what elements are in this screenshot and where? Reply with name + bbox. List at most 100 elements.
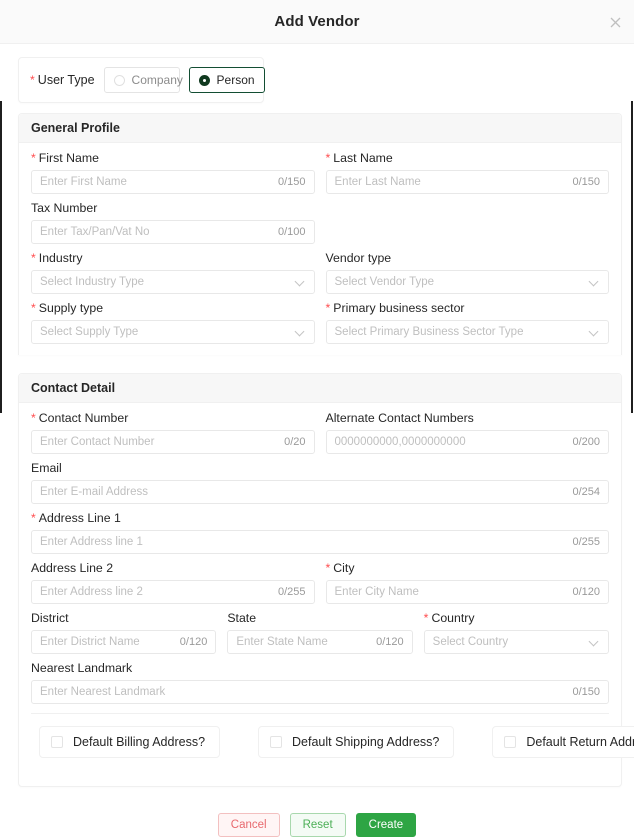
- checkbox-default-return-address[interactable]: Default Return Address?: [492, 726, 634, 758]
- required-marker: *: [30, 73, 35, 87]
- tax-number-counter: 0/100: [277, 226, 306, 238]
- checkbox-default-shipping-address[interactable]: Default Shipping Address?: [258, 726, 455, 758]
- address-line-1-input[interactable]: Enter Address line 1 0/255: [31, 530, 609, 554]
- state-input[interactable]: Enter State Name 0/120: [227, 630, 413, 654]
- contact-number-placeholder: Enter Contact Number: [40, 436, 155, 448]
- tax-number-placeholder: Enter Tax/Pan/Vat No: [40, 226, 150, 238]
- user-type-label: * User Type: [30, 73, 95, 87]
- create-button[interactable]: Create: [355, 813, 417, 837]
- email-input[interactable]: Enter E-mail Address 0/254: [31, 480, 609, 504]
- supply-type-placeholder: Select Supply Type: [40, 326, 139, 338]
- contact-detail-card: Contact Detail * Contact Number Enter Con…: [18, 373, 634, 787]
- field-tax-number: Tax Number Enter Tax/Pan/Vat No 0/100: [31, 201, 315, 244]
- district-label: District: [31, 611, 69, 625]
- field-nearest-landmark: Nearest Landmark Enter Nearest Landmark …: [31, 661, 609, 704]
- nearest-landmark-label: Nearest Landmark: [31, 661, 133, 675]
- user-type-option-company[interactable]: Company: [103, 67, 183, 93]
- general-profile-heading: General Profile: [19, 114, 621, 143]
- field-address-line-1: * Address Line 1 Enter Address line 1 0/2…: [31, 511, 609, 554]
- required-marker: *: [31, 301, 36, 315]
- last-name-label: * Last Name: [325, 151, 393, 165]
- row-contact-numbers: * Contact Number Enter Contact Number 0/2…: [31, 411, 609, 461]
- row-district-state-country: District Enter District Name 0/120 State…: [31, 611, 609, 661]
- nearest-landmark-placeholder: Enter Nearest Landmark: [40, 686, 166, 698]
- district-placeholder: Enter District Name: [40, 636, 140, 648]
- default-address-checkboxes: Default Billing Address? Default Shippin…: [31, 714, 634, 776]
- field-address-line-2: Address Line 2 Enter Address line 2 0/25…: [31, 561, 315, 604]
- scrollbar-left-edge[interactable]: [0, 101, 2, 413]
- alternate-contact-numbers-placeholder: 0000000000,0000000000: [334, 436, 466, 448]
- checkbox-icon: [270, 736, 283, 748]
- country-label: * Country: [423, 611, 475, 625]
- first-name-input[interactable]: Enter First Name 0/150: [31, 170, 315, 194]
- reset-button[interactable]: Reset: [289, 813, 346, 837]
- checkbox-default-shipping-address-label: Default Shipping Address?: [292, 735, 440, 749]
- industry-placeholder: Select Industry Type: [40, 276, 144, 288]
- district-input[interactable]: Enter District Name 0/120: [31, 630, 217, 654]
- city-input[interactable]: Enter City Name 0/120: [325, 580, 609, 604]
- tax-number-label: Tax Number: [31, 201, 98, 215]
- supply-type-label: * Supply type: [31, 301, 104, 315]
- cancel-button[interactable]: Cancel: [217, 813, 280, 837]
- address-line-1-placeholder: Enter Address line 1: [40, 536, 143, 548]
- chevron-down-icon: [296, 277, 306, 287]
- address-line-2-input[interactable]: Enter Address line 2 0/255: [31, 580, 315, 604]
- address-line-2-counter: 0/255: [277, 586, 306, 598]
- state-counter: 0/120: [376, 636, 404, 648]
- field-first-name: * First Name Enter First Name 0/150: [31, 151, 315, 194]
- row-address2-city: Address Line 2 Enter Address line 2 0/25…: [31, 561, 609, 611]
- modal-body: * User Type Company Person General Profil…: [0, 57, 634, 837]
- field-vendor-type: Vendor type Select Vendor Type: [325, 251, 609, 294]
- tax-number-input[interactable]: Enter Tax/Pan/Vat No 0/100: [31, 220, 315, 244]
- last-name-input[interactable]: Enter Last Name 0/150: [325, 170, 609, 194]
- row-industry: * Industry Select Industry Type Vendor ty…: [31, 251, 609, 301]
- scrollbar-vertical[interactable]: [631, 101, 633, 413]
- field-supply-type: * Supply type Select Supply Type: [31, 301, 315, 344]
- required-marker: *: [31, 251, 36, 265]
- chevron-down-icon: [590, 637, 600, 647]
- general-profile-fields: * First Name Enter First Name 0/150 * Last…: [19, 143, 621, 355]
- primary-business-sector-label: * Primary business sector: [325, 301, 465, 315]
- state-label: State: [227, 611, 257, 625]
- vendor-type-select[interactable]: Select Vendor Type: [325, 270, 609, 294]
- alternate-contact-numbers-counter: 0/200: [572, 436, 600, 448]
- field-primary-business-sector: * Primary business sector Select Primary …: [325, 301, 609, 344]
- required-marker: *: [325, 151, 331, 165]
- row-supply: * Supply type Select Supply Type * Primary…: [31, 301, 609, 351]
- checkbox-icon: [51, 736, 63, 748]
- checkbox-default-billing-address-label: Default Billing Address?: [73, 735, 206, 749]
- contact-detail-heading: Contact Detail: [19, 374, 621, 403]
- country-select[interactable]: Select Country: [423, 630, 609, 654]
- city-placeholder: Enter City Name: [334, 586, 419, 598]
- primary-business-sector-placeholder: Select Primary Business Sector Type: [334, 326, 524, 338]
- checkbox-icon: [504, 736, 517, 748]
- user-type-card: * User Type Company Person: [18, 57, 265, 103]
- checkbox-default-billing-address[interactable]: Default Billing Address?: [39, 726, 221, 758]
- country-placeholder: Select Country: [432, 636, 509, 648]
- required-marker: *: [31, 511, 36, 525]
- alternate-contact-numbers-input[interactable]: 0000000000,0000000000 0/200: [325, 430, 609, 454]
- vendor-type-label: Vendor type: [325, 251, 392, 265]
- radio-selected-icon: [198, 74, 210, 86]
- industry-select[interactable]: Select Industry Type: [31, 270, 315, 294]
- district-counter: 0/120: [179, 636, 208, 648]
- user-type-option-person[interactable]: Person: [188, 67, 265, 93]
- close-icon[interactable]: [605, 12, 625, 32]
- vendor-type-placeholder: Select Vendor Type: [334, 276, 435, 288]
- field-contact-number: * Contact Number Enter Contact Number 0/2…: [31, 411, 315, 454]
- field-email: Email Enter E-mail Address 0/254: [31, 461, 609, 504]
- city-label: * City: [325, 561, 355, 575]
- nearest-landmark-counter: 0/150: [572, 686, 600, 698]
- general-profile-card: General Profile * First Name Enter First …: [18, 113, 622, 355]
- field-alternate-contact-numbers: Alternate Contact Numbers 0000000000,000…: [325, 411, 609, 454]
- industry-label: * Industry: [31, 251, 83, 265]
- address-line-1-label: * Address Line 1: [31, 511, 121, 525]
- nearest-landmark-input[interactable]: Enter Nearest Landmark 0/150: [31, 680, 609, 704]
- contact-number-input[interactable]: Enter Contact Number 0/20: [31, 430, 315, 454]
- field-district: District Enter District Name 0/120: [31, 611, 217, 654]
- required-marker: *: [325, 561, 331, 575]
- first-name-counter: 0/150: [277, 176, 306, 188]
- primary-business-sector-select[interactable]: Select Primary Business Sector Type: [325, 320, 609, 344]
- supply-type-select[interactable]: Select Supply Type: [31, 320, 315, 344]
- email-placeholder: Enter E-mail Address: [40, 486, 149, 498]
